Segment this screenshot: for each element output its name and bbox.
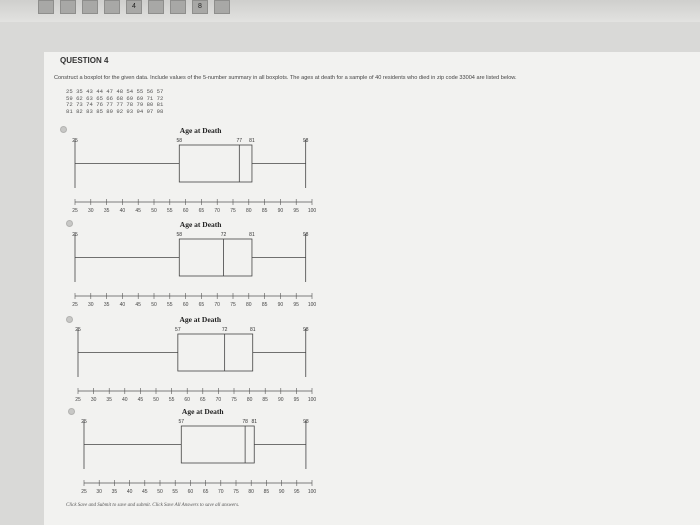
x-tick-label: 25 [81,489,87,495]
x-tick-label: 100 [308,489,317,495]
x-tick-label: 40 [127,489,133,495]
x-tick-label: 45 [142,489,148,495]
median-label: 78 [242,419,248,425]
x-tick-label: 75 [233,489,239,495]
q1-label: 57 [178,419,184,425]
option-d-boxplot: Age at Death2557788198253035404550556065… [81,407,317,495]
x-tick-label: 80 [248,489,254,495]
plot-title: Age at Death [182,407,224,416]
footer-instructions: Click Save and Submit to save and submit… [66,503,240,508]
x-tick-label: 50 [157,489,163,495]
x-tick-label: 55 [172,489,178,495]
x-tick-label: 65 [203,489,209,495]
x-tick-label: 95 [294,489,300,495]
iqr-box [180,425,255,464]
x-tick-label: 35 [112,489,118,495]
x-tick-label: 70 [218,489,224,495]
x-tick-label: 85 [264,489,270,495]
x-tick-label: 90 [279,489,285,495]
x-tick-label: 30 [96,489,102,495]
x-tick-label: 60 [188,489,194,495]
q3-label: 81 [251,419,257,425]
